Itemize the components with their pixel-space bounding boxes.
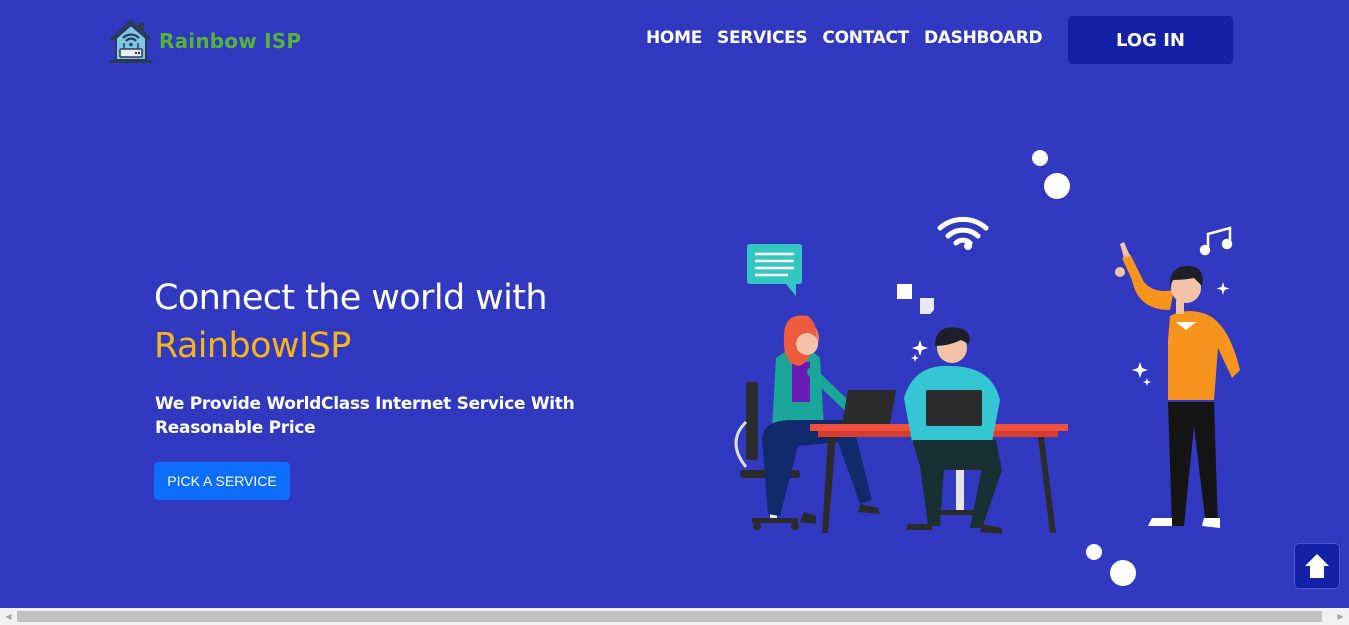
- nav-home[interactable]: HOME: [646, 28, 702, 48]
- music-note-icon: [1199, 226, 1233, 256]
- hero-subtitle: We Provide WorldClass Internet Service W…: [155, 394, 575, 438]
- scroll-left-icon[interactable]: ◀: [0, 608, 17, 625]
- team-illustration: [734, 150, 1240, 586]
- nav-contact[interactable]: CONTACT: [822, 28, 909, 48]
- page-background: Rainbow ISP HOME SERVICES CONTACT DASHBO…: [0, 0, 1349, 608]
- decor-circle: [1086, 544, 1102, 560]
- hero-title-brand: RainbowISP: [154, 326, 351, 366]
- chat-bubble-icon: [747, 244, 802, 296]
- pick-service-button[interactable]: PICK A SERVICE: [154, 462, 290, 500]
- main-nav: HOME SERVICES CONTACT DASHBOARD: [646, 28, 1057, 48]
- scrollbar-thumb[interactable]: [17, 611, 1322, 622]
- nav-dashboard[interactable]: DASHBOARD: [924, 28, 1043, 48]
- arrow-up-icon: [1305, 554, 1329, 578]
- decor-circle: [1044, 173, 1070, 199]
- hero-title-line: Connect the world with: [154, 278, 548, 318]
- logo[interactable]: Rainbow ISP: [106, 16, 301, 66]
- wifi-dot: [964, 242, 972, 250]
- hero-title: Connect the world with RainbowISP: [154, 274, 548, 370]
- decor-square: [897, 284, 912, 299]
- decor-circle: [1110, 560, 1136, 586]
- house-wifi-icon: [109, 19, 153, 63]
- nav-services[interactable]: SERVICES: [717, 28, 808, 48]
- horizontal-scrollbar[interactable]: ◀ ▶: [0, 608, 1349, 625]
- laptop-left: [842, 390, 896, 424]
- decor-note: [920, 298, 934, 314]
- man-sitting-figure: [904, 327, 1002, 534]
- logo-text: Rainbow ISP: [159, 29, 302, 53]
- man-standing-figure: [1115, 242, 1240, 528]
- wifi-icon: [937, 216, 989, 246]
- scroll-top-button[interactable]: [1295, 544, 1339, 588]
- login-button[interactable]: LOG IN: [1068, 16, 1233, 64]
- decor-circle: [1032, 150, 1048, 166]
- scroll-right-icon[interactable]: ▶: [1332, 608, 1349, 625]
